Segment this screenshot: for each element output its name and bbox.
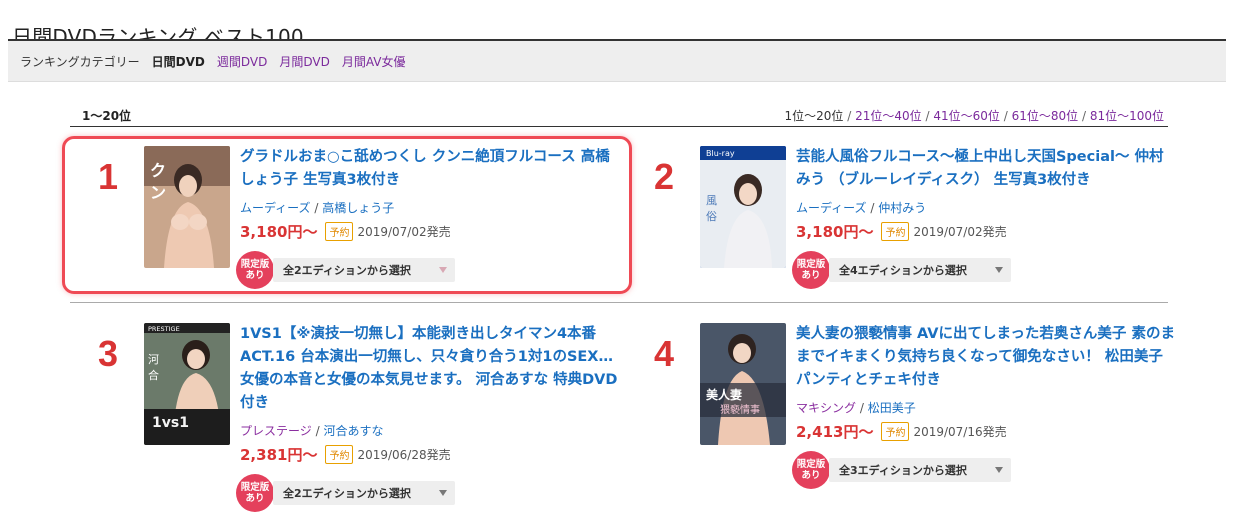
limited-badge: 限定版 あり <box>236 474 274 512</box>
price-line: 2,381円〜 予約 2019/06/28発売 <box>240 444 620 465</box>
badge-line: あり <box>245 493 265 504</box>
category-label: ランキングカテゴリー <box>20 54 140 69</box>
chevron-down-icon <box>995 467 1003 473</box>
ranking-item: 3 PRESTIGE 河 合 1vs1 1VS1【※演技一切無し】本能剥き出しタ… <box>70 323 630 512</box>
rank-number: 4 <box>654 333 675 374</box>
credit-separator: / <box>315 424 320 438</box>
range-separator: / <box>1003 109 1008 123</box>
reserve-tag: 予約 <box>325 445 354 464</box>
release-date: 2019/06/28発売 <box>357 448 451 462</box>
rank-number: 2 <box>654 156 675 197</box>
price-line: 2,413円〜 予約 2019/07/16発売 <box>796 421 1176 442</box>
price: 3,180円〜 <box>796 223 874 241</box>
reserve-tag: 予約 <box>881 422 910 441</box>
release-date: 2019/07/02発売 <box>913 225 1007 239</box>
actress-link[interactable]: 河合あすな <box>323 424 383 438</box>
edition-select[interactable]: 全2エディションから選択 <box>273 481 455 505</box>
category-weekly-dvd-link[interactable]: 週間DVD <box>217 53 267 70</box>
edition-select[interactable]: 全3エディションから選択 <box>829 458 1011 482</box>
svg-text:Blu-ray: Blu-ray <box>706 149 735 158</box>
badge-line: 限定版 <box>796 259 826 270</box>
item-credits: プレステージ / 河合あすな <box>240 422 620 439</box>
actress-link[interactable]: 松田美子 <box>868 401 916 415</box>
range-61-80-link[interactable]: 61位〜80位 <box>1012 109 1079 123</box>
range-21-40-link[interactable]: 21位〜40位 <box>855 109 922 123</box>
credit-separator: / <box>870 201 875 215</box>
badge-line: 限定版 <box>796 459 826 470</box>
svg-text:1vs1: 1vs1 <box>152 415 189 431</box>
category-daily-dvd: 日間DVD <box>151 54 205 69</box>
edition-select-label: 全4エディションから選択 <box>839 264 967 277</box>
svg-text:猥褻情事: 猥褻情事 <box>720 403 760 416</box>
price-line: 3,180円〜 予約 2019/07/02発売 <box>796 221 1176 242</box>
chevron-down-icon <box>995 267 1003 273</box>
badge-line: あり <box>801 270 821 281</box>
reserve-tag: 予約 <box>881 222 910 241</box>
rank-number: 3 <box>98 333 119 374</box>
svg-text:風: 風 <box>706 194 717 207</box>
category-monthly-actress-link[interactable]: 月間AV女優 <box>342 53 406 70</box>
range-current: 1〜20位 <box>82 109 132 123</box>
badge-line: あり <box>801 470 821 481</box>
product-title-link[interactable]: 芸能人風俗フルコース〜極上中出し天国Special〜 仲村みう （ブルーレイディ… <box>796 146 1176 192</box>
edition-row: 限定版 あり 全2エディションから選択 <box>236 474 620 512</box>
maker-link[interactable]: ムーディーズ <box>796 201 867 215</box>
item-credits: ムーディーズ / 仲村みう <box>796 199 1176 216</box>
range-41-60-link[interactable]: 41位〜60位 <box>933 109 1000 123</box>
item-info: 芸能人風俗フルコース〜極上中出し天国Special〜 仲村みう （ブルーレイディ… <box>792 146 1176 289</box>
svg-text:美人妻: 美人妻 <box>706 387 742 402</box>
highlight-frame <box>62 136 632 294</box>
price: 2,413円〜 <box>796 423 874 441</box>
limited-badge: 限定版 あり <box>792 251 830 289</box>
edition-select-label: 全2エディションから選択 <box>283 487 411 500</box>
range-1-20: 1位〜20位 <box>784 109 844 123</box>
credit-separator: / <box>859 401 864 415</box>
ranking-item: 2 Blu-ray 風 俗 芸能人風俗フルコース〜極上中出し天国Special〜… <box>626 146 1186 306</box>
category-monthly-dvd-link[interactable]: 月間DVD <box>279 53 329 70</box>
product-thumbnail[interactable]: 美人妻 猥褻情事 <box>700 323 786 445</box>
release-date: 2019/07/16発売 <box>913 425 1007 439</box>
edition-select[interactable]: 全4エディションから選択 <box>829 258 1011 282</box>
product-title-link[interactable]: 1VS1【※演技一切無し】本能剥き出しタイマン4本番 ACT.16 台本演出一切… <box>240 323 620 415</box>
maker-link[interactable]: マキシング <box>796 401 856 415</box>
item-credits: マキシング / 松田美子 <box>796 399 1176 416</box>
range-separator: / <box>925 109 930 123</box>
edition-row: 限定版 あり 全4エディションから選択 <box>792 251 1176 289</box>
svg-text:俗: 俗 <box>706 210 717 223</box>
range-separator: / <box>1081 109 1086 123</box>
item-info: 美人妻の猥褻情事 AVに出てしまった若奥さん美子 素のままでイキまくり気持ち良く… <box>792 323 1176 489</box>
svg-text:合: 合 <box>148 368 159 382</box>
badge-line: 限定版 <box>240 482 270 493</box>
edition-row: 限定版 あり 全3エディションから選択 <box>792 451 1176 489</box>
limited-badge: 限定版 あり <box>792 451 830 489</box>
range-81-100-link[interactable]: 81位〜100位 <box>1090 109 1164 123</box>
category-bar: ランキングカテゴリー 日間DVD 週間DVD 月間DVD 月間AV女優 <box>8 41 1226 82</box>
maker-link[interactable]: プレステージ <box>240 424 312 438</box>
ranking-item: 4 美人妻 猥褻情事 美人妻の猥褻情事 AVに出てしまった若奥さん美子 素のまま… <box>626 323 1186 489</box>
range-header: 1〜20位 1位〜20位 / 21位〜40位 / 41位〜60位 / 61位〜8… <box>70 100 1168 127</box>
item-info: 1VS1【※演技一切無し】本能剥き出しタイマン4本番 ACT.16 台本演出一切… <box>236 323 620 512</box>
range-pagination: 1位〜20位 / 21位〜40位 / 41位〜60位 / 61位〜80位 / 8… <box>784 107 1164 124</box>
edition-select-label: 全3エディションから選択 <box>839 464 967 477</box>
svg-text:PRESTIGE: PRESTIGE <box>148 325 180 333</box>
product-title-link[interactable]: 美人妻の猥褻情事 AVに出てしまった若奥さん美子 素のままでイキまくり気持ち良く… <box>796 323 1176 392</box>
product-thumbnail[interactable]: PRESTIGE 河 合 1vs1 <box>144 323 230 445</box>
chevron-down-icon <box>439 490 447 496</box>
product-thumbnail[interactable]: Blu-ray 風 俗 <box>700 146 786 268</box>
range-separator: / <box>847 109 852 123</box>
actress-link[interactable]: 仲村みう <box>878 201 926 215</box>
price: 2,381円〜 <box>240 446 318 464</box>
svg-text:河: 河 <box>148 353 159 366</box>
